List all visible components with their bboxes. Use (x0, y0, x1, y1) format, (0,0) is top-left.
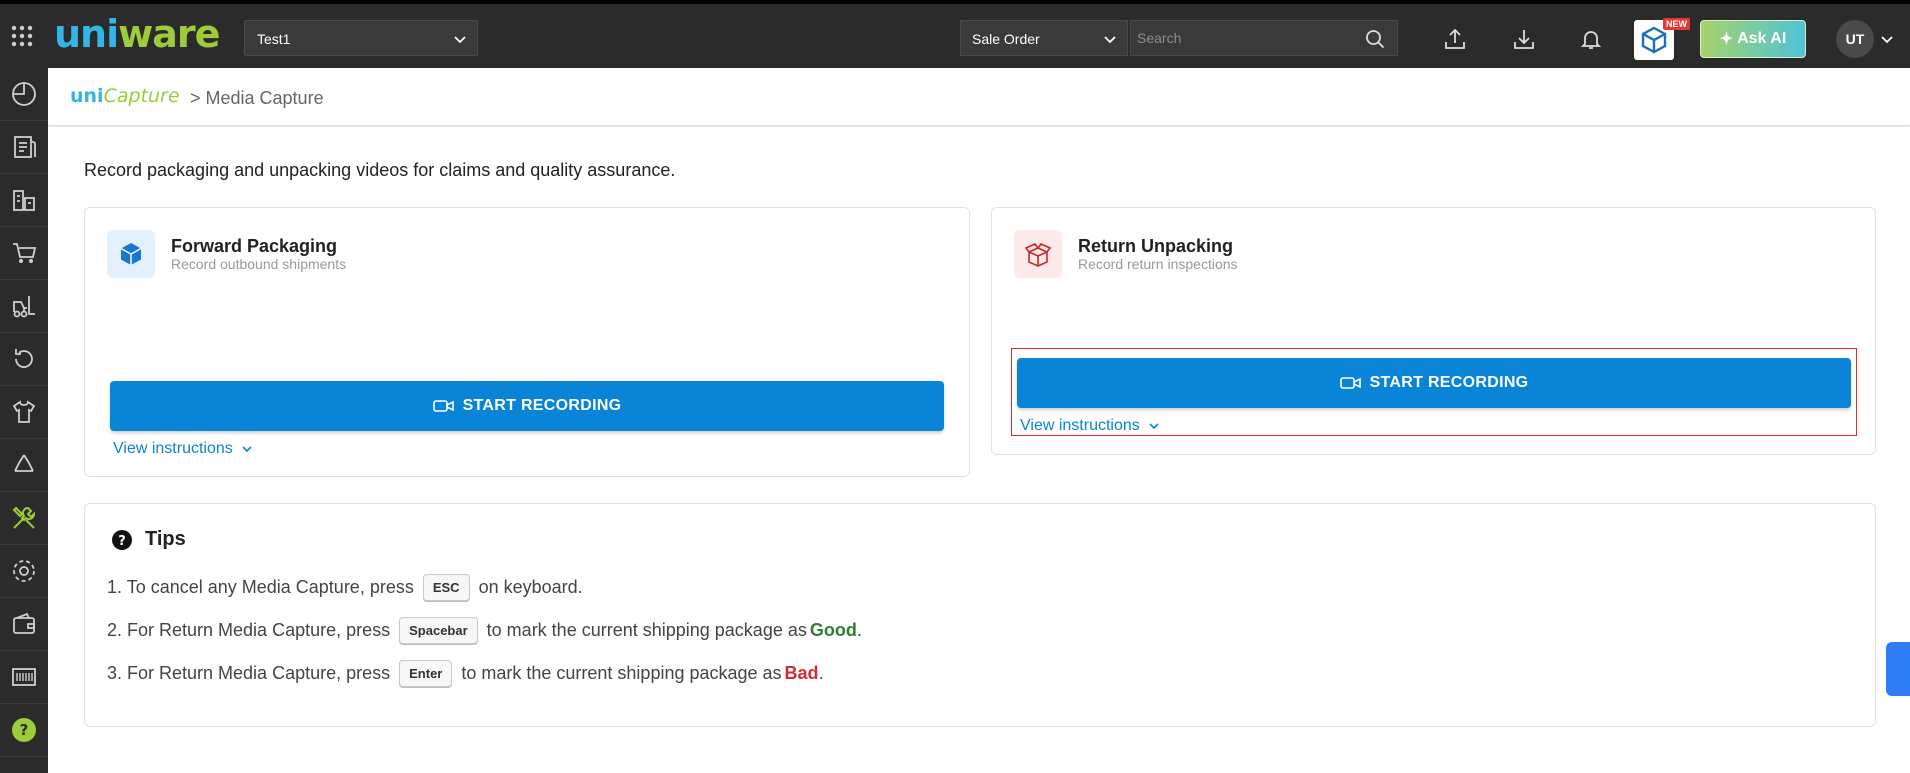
card-title: Forward Packaging (171, 236, 338, 256)
tenant-select[interactable]: Test1 (244, 20, 478, 56)
tip-text: . (818, 663, 824, 683)
tips-panel: ? Tips 1. To cancel any Media Capture, p… (84, 503, 1876, 727)
tip-item: 2. For Return Media Capture, press Space… (107, 617, 862, 644)
forward-view-instructions-link[interactable]: View instructions (113, 440, 253, 458)
card-subtitle: Record outbound shipments (171, 256, 347, 272)
sidebar-item-settings[interactable] (0, 545, 48, 598)
top-bar: uniware Test1 Sale Order NEW ✦ Ask AI UT (0, 0, 1910, 68)
dashboard-icon (12, 82, 36, 106)
uniware-logo[interactable]: uni ware (54, 12, 220, 56)
sidebar-item-cart[interactable] (0, 227, 48, 280)
card-title: Return Unpacking (1078, 236, 1234, 256)
start-recording-label: START RECORDING (462, 397, 622, 414)
breadcrumb: uniCapture > Media Capture (48, 68, 1910, 126)
view-instructions-label: View instructions (113, 440, 233, 457)
sidebar-item-orders[interactable] (0, 121, 48, 174)
return-card-icon (1014, 230, 1062, 278)
apparel-icon (12, 400, 36, 423)
new-badge: NEW (1663, 18, 1690, 30)
tip-item: 3. For Return Media Capture, press Enter… (107, 660, 824, 687)
sidebar-item-recycle[interactable] (0, 439, 48, 492)
tip-text: 1. To cancel any Media Capture, press (107, 577, 414, 597)
chevron-down-icon (242, 446, 252, 453)
sparkle-icon: ✦ (1719, 31, 1734, 48)
tip-item: 1. To cancel any Media Capture, press ES… (107, 574, 583, 601)
sidebar-item-apparel[interactable] (0, 386, 48, 439)
tip-text: to mark the current shipping package as (486, 620, 807, 640)
returns-icon (15, 349, 33, 368)
tip-text: 2. For Return Media Capture, press (107, 620, 391, 640)
unicapture-logo[interactable]: uniCapture (70, 85, 180, 107)
breadcrumb-page: > Media Capture (190, 88, 324, 108)
tips-header: ? Tips (111, 528, 186, 551)
tip-text: . (856, 620, 862, 640)
ask-ai-label: Ask AI (1737, 30, 1787, 47)
svg-text:?: ? (118, 534, 126, 549)
sidebar-item-returns[interactable] (0, 333, 48, 386)
sidebar-item-dashboard[interactable] (0, 68, 48, 121)
page-description: Record packaging and unpacking videos fo… (84, 160, 676, 180)
search-icon[interactable] (1365, 29, 1385, 49)
open-box-icon (1024, 243, 1052, 267)
orders-icon (14, 136, 36, 158)
video-camera-icon (432, 400, 454, 412)
help-icon: ? (12, 718, 36, 742)
sidebar: ? (0, 68, 48, 773)
sidebar-item-forklift[interactable] (0, 280, 48, 333)
question-circle-icon: ? (112, 529, 132, 550)
spacebar-key: Spacebar (399, 617, 478, 644)
sidebar-item-help[interactable]: ? (0, 704, 48, 757)
tip-text: 3. For Return Media Capture, press (107, 663, 391, 683)
sidebar-item-barcode[interactable] (0, 651, 48, 704)
enter-key: Enter (399, 660, 453, 687)
chevron-down-icon[interactable] (1880, 32, 1894, 46)
sidebar-item-warehouse[interactable] (0, 174, 48, 227)
recycle-icon (14, 454, 34, 472)
cart-icon (13, 243, 37, 263)
search-input[interactable] (1131, 21, 1351, 55)
main-content: Record packaging and unpacking videos fo… (48, 127, 1910, 773)
barcode-icon (12, 668, 36, 686)
selection-highlight (1011, 348, 1857, 436)
warehouse-icon (13, 190, 35, 211)
download-icon[interactable] (1511, 26, 1537, 52)
search-box (1130, 20, 1398, 56)
chevron-down-icon (1104, 36, 1116, 44)
chevron-down-icon (454, 36, 466, 44)
order-type-value: Sale Order (972, 31, 1040, 47)
tip-text: to mark the current shipping package as (461, 663, 782, 683)
apps-grid-icon[interactable] (10, 24, 34, 48)
tools-icon (12, 506, 36, 529)
settings-icon (13, 560, 35, 582)
esc-key: ESC (422, 574, 470, 601)
tip-text: on keyboard. (478, 577, 583, 597)
feedback-tab[interactable] (1886, 642, 1910, 696)
wallet-icon (13, 612, 35, 634)
tips-title: Tips (145, 528, 186, 550)
forward-packaging-card: Forward Packaging Record outbound shipme… (84, 207, 970, 477)
ask-ai-button[interactable]: ✦ Ask AI (1700, 20, 1806, 58)
sidebar-item-wallet[interactable] (0, 598, 48, 651)
box-icon (120, 243, 142, 265)
tenant-select-value: Test1 (257, 31, 291, 47)
svg-text:?: ? (20, 721, 29, 739)
good-status: Good (809, 620, 857, 640)
order-type-select[interactable]: Sale Order (960, 20, 1128, 56)
bell-icon[interactable] (1578, 26, 1604, 52)
user-avatar[interactable]: UT (1836, 20, 1874, 58)
user-initials: UT (1845, 31, 1865, 47)
sidebar-item-tools[interactable] (0, 492, 48, 545)
forward-start-recording-button[interactable]: START RECORDING (110, 381, 944, 431)
upload-icon[interactable] (1442, 26, 1468, 52)
forklift-icon (13, 296, 35, 318)
card-subtitle: Record return inspections (1078, 256, 1238, 272)
bad-status: Bad (784, 663, 819, 683)
forward-card-icon (107, 230, 155, 278)
